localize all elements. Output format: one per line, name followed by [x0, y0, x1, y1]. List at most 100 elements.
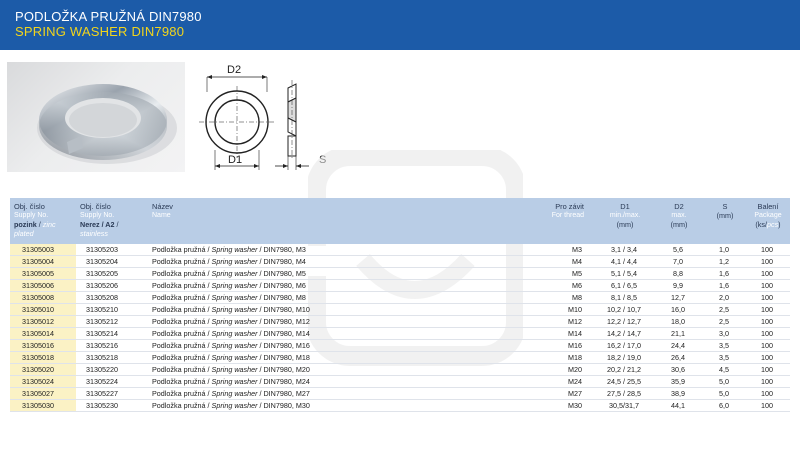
table-row: 31305010 31305210 Podložka pružná / Spring…: [10, 303, 790, 317]
cell-d2: 35,9: [652, 375, 704, 389]
table-row: 31305027 31305227 Podložka pružná / Spring…: [10, 387, 790, 401]
table-row: 31305004 31305204 Podložka pružná / Spring…: [10, 255, 790, 269]
cell-name: Podložka pružná / Spring washer / DIN798…: [148, 363, 532, 377]
header-unit: (mm): [716, 211, 734, 220]
header-unit: (mm): [616, 220, 634, 229]
cell-code-stainless: 31305203: [76, 244, 148, 257]
cell-code-stainless: 31305214: [76, 327, 148, 341]
cell-d2: 24,4: [652, 339, 704, 353]
header-label: Obj. číslo: [80, 202, 111, 211]
dimension-label-d2: D2: [227, 64, 241, 76]
header-material: pozink / zinc plated: [14, 220, 56, 238]
cell-d2: 44,1: [652, 399, 704, 413]
col-header-d1: D1 min./max. (mm): [596, 198, 652, 244]
cell-d2: 16,0: [652, 303, 704, 317]
cell-d1: 4,1 / 4,4: [596, 255, 652, 269]
cell-s: 3,5: [704, 351, 744, 365]
cell-thread: M4: [532, 255, 596, 269]
cell-package: 100: [744, 315, 790, 329]
cell-code-stainless: 31305216: [76, 339, 148, 353]
cell-name: Podložka pružná / Spring washer / DIN798…: [148, 291, 532, 305]
header-sublabel: Supply No.: [80, 212, 115, 219]
title-bar: PODLOŽKA PRUŽNÁ DIN7980 SPRING WASHER DI…: [0, 0, 800, 50]
table-header-row: Obj. číslo Supply No. pozink / zinc plat…: [10, 198, 790, 244]
cell-d1: 3,1 / 3,4: [596, 244, 652, 257]
header-material: Nerez / A2 / stainless: [80, 220, 119, 238]
cell-thread: M14: [532, 327, 596, 341]
cell-thread: M20: [532, 363, 596, 377]
cell-s: 3,5: [704, 339, 744, 353]
cell-s: 1,0: [704, 244, 744, 257]
cell-code-stainless: 31305218: [76, 351, 148, 365]
cell-thread: M10: [532, 303, 596, 317]
cell-s: 5,0: [704, 387, 744, 401]
cell-s: 2,0: [704, 291, 744, 305]
cell-package: 100: [744, 303, 790, 317]
cell-code-zinc: 31305018: [10, 351, 76, 365]
cell-name: Podložka pružná / Spring washer / DIN798…: [148, 279, 532, 293]
header-sublabel: min./max.: [609, 212, 641, 219]
col-header-code-zinc: Obj. číslo Supply No. pozink / zinc plat…: [10, 198, 76, 244]
col-header-code-stainless: Obj. číslo Supply No. Nerez / A2 / stain…: [76, 198, 148, 244]
col-header-thread: Pro závit For thread: [532, 198, 596, 244]
cell-package: 100: [744, 244, 790, 257]
header-label: Název: [152, 202, 173, 211]
col-header-name: Název Name: [148, 198, 532, 244]
header-sublabel: max.: [671, 212, 687, 219]
cell-thread: M30: [532, 399, 596, 413]
cell-code-zinc: 31305010: [10, 303, 76, 317]
table-row: 31305008 31305208 Podložka pružná / Spring…: [10, 291, 790, 305]
cell-d1: 14,2 / 14,7: [596, 327, 652, 341]
cell-s: 6,0: [704, 399, 744, 413]
spring-washer-photo: [37, 84, 177, 164]
table-row: 31305016 31305216 Podložka pružná / Spring…: [10, 339, 790, 353]
cell-code-stainless: 31305230: [76, 399, 148, 413]
header-sublabel: For thread: [551, 212, 584, 219]
cell-code-zinc: 31305006: [10, 279, 76, 293]
dimension-label-d1: D1: [228, 154, 242, 166]
table-row: 31305003 31305203 Podložka pružná / Spring…: [10, 244, 790, 257]
cell-code-zinc: 31305008: [10, 291, 76, 305]
cell-d2: 8,8: [652, 267, 704, 281]
cell-s: 2,5: [704, 303, 744, 317]
cell-d1: 20,2 / 21,2: [596, 363, 652, 377]
cell-s: 1,6: [704, 279, 744, 293]
header-unit: (ks/pcs): [755, 220, 781, 229]
cell-d1: 30,5/31,7: [596, 399, 652, 413]
cell-name: Podložka pružná / Spring washer / DIN798…: [148, 375, 532, 389]
cell-d2: 38,9: [652, 387, 704, 401]
cell-package: 100: [744, 267, 790, 281]
table-row: 31305020 31305220 Podložka pružná / Spring…: [10, 363, 790, 377]
cell-name: Podložka pružná / Spring washer / DIN798…: [148, 244, 532, 257]
page-title-czech: PODLOŽKA PRUŽNÁ DIN7980: [15, 9, 202, 24]
cell-thread: M12: [532, 315, 596, 329]
cell-d1: 16,2 / 17,0: [596, 339, 652, 353]
cell-d1: 8,1 / 8,5: [596, 291, 652, 305]
cell-d2: 12,7: [652, 291, 704, 305]
cell-thread: M18: [532, 351, 596, 365]
cell-thread: M5: [532, 267, 596, 281]
cell-d1: 24,5 / 25,5: [596, 375, 652, 389]
cell-d2: 21,1: [652, 327, 704, 341]
cell-package: 100: [744, 339, 790, 353]
cell-thread: M24: [532, 375, 596, 389]
cell-code-zinc: 31305027: [10, 387, 76, 401]
cell-package: 100: [744, 375, 790, 389]
cell-s: 4,5: [704, 363, 744, 377]
header-label: Pro závit: [555, 202, 584, 211]
cell-package: 100: [744, 291, 790, 305]
cell-thread: M6: [532, 279, 596, 293]
cell-code-stainless: 31305204: [76, 255, 148, 269]
cell-code-zinc: 31305004: [10, 255, 76, 269]
cell-code-stainless: 31305206: [76, 279, 148, 293]
cell-code-zinc: 31305030: [10, 399, 76, 413]
cell-name: Podložka pružná / Spring washer / DIN798…: [148, 303, 532, 317]
cell-package: 100: [744, 387, 790, 401]
header-label: Balení: [757, 202, 779, 211]
cell-d2: 7,0: [652, 255, 704, 269]
header-sublabel: Name: [152, 212, 171, 219]
cell-s: 1,6: [704, 267, 744, 281]
cell-code-stainless: 31305210: [76, 303, 148, 317]
table-row: 31305030 31305230 Podložka pružná / Spring…: [10, 399, 790, 413]
cell-name: Podložka pružná / Spring washer / DIN798…: [148, 387, 532, 401]
